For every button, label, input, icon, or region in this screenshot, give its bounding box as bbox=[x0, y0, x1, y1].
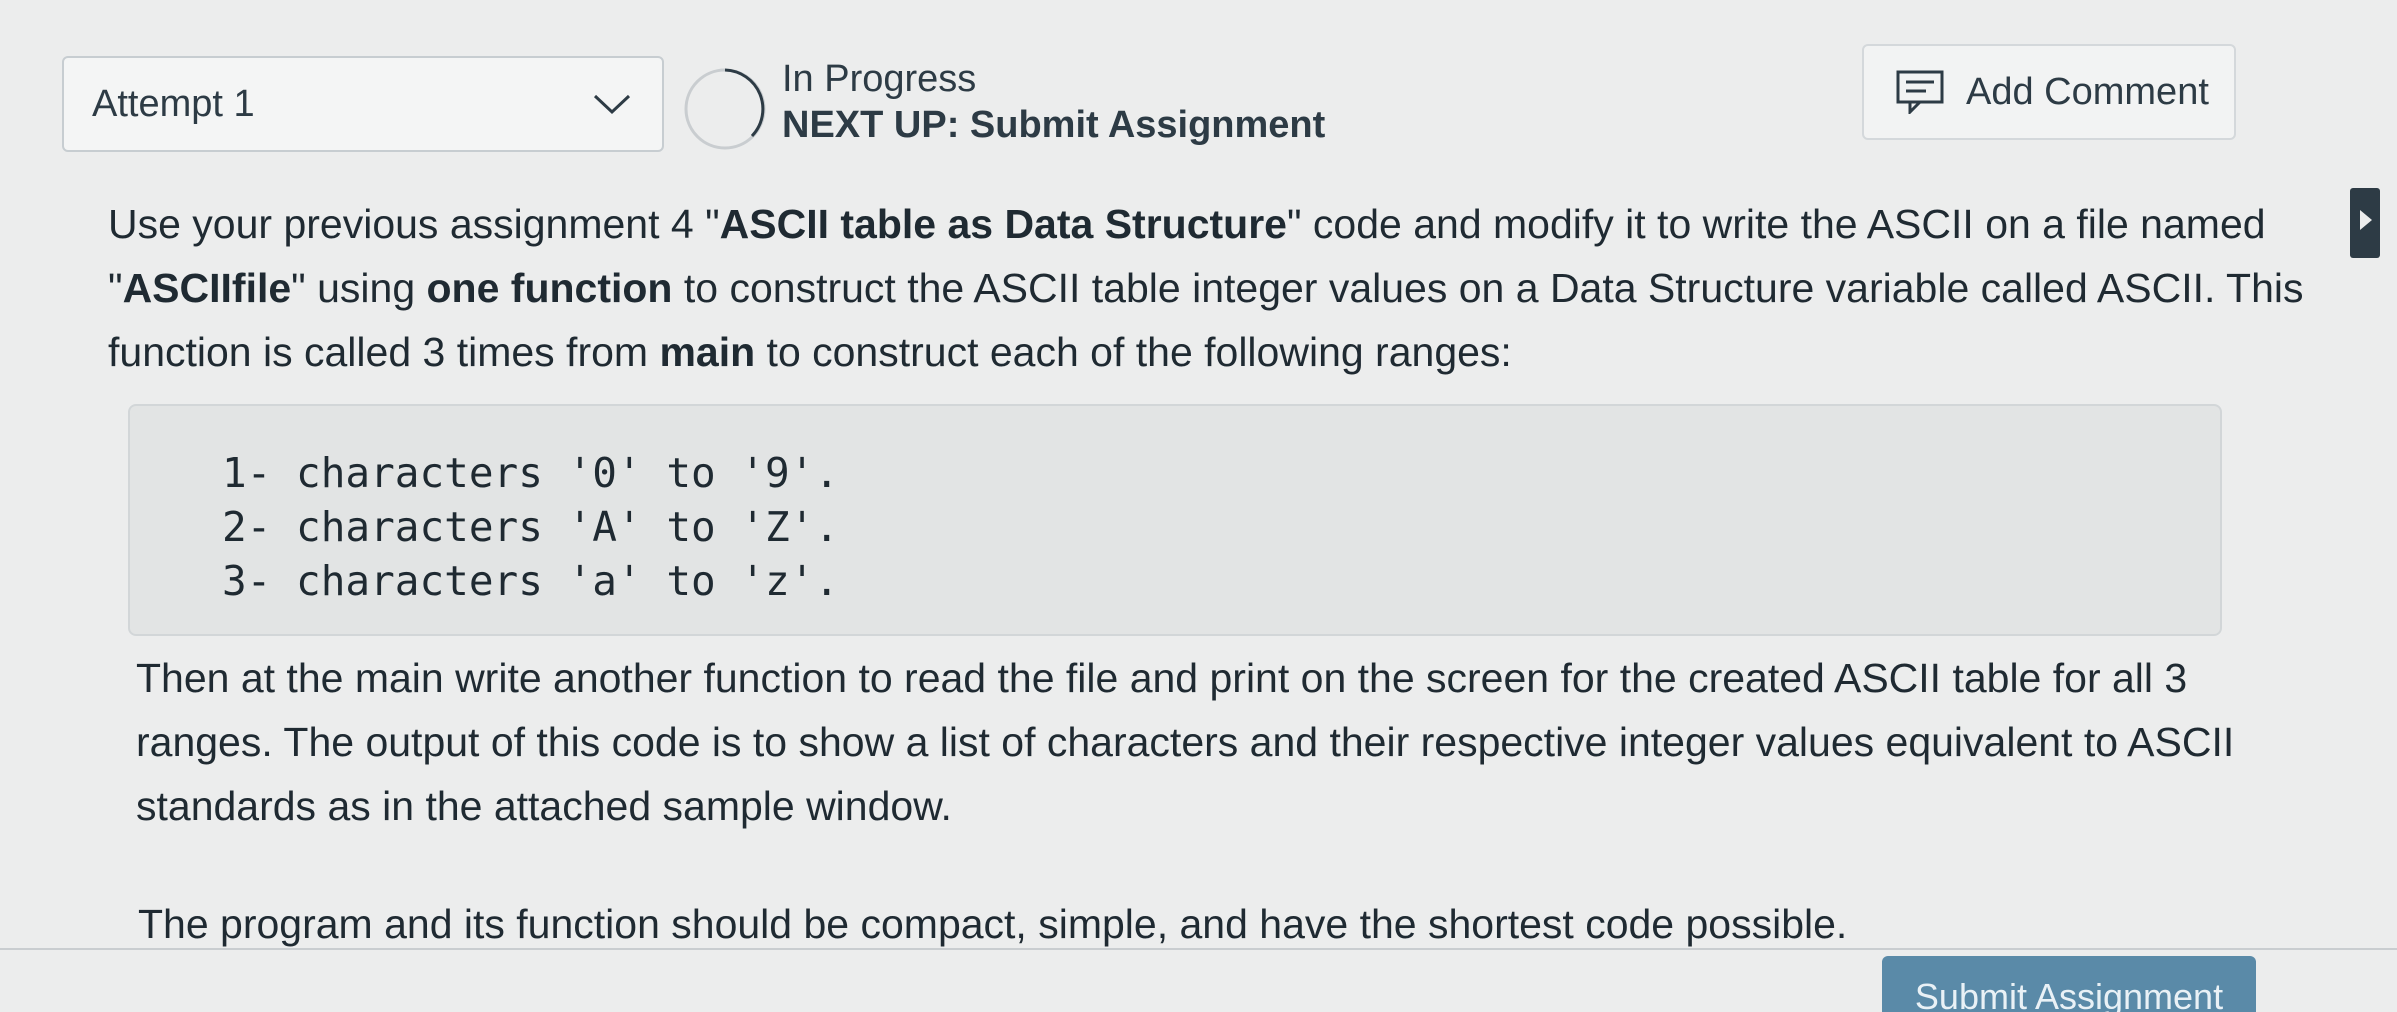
instructions-paragraph-1: Use your previous assignment 4 "ASCII ta… bbox=[108, 201, 2304, 375]
progress-ring-icon bbox=[684, 68, 766, 150]
status-label: In Progress bbox=[782, 58, 977, 100]
add-comment-button[interactable]: Add Comment bbox=[1862, 44, 2236, 140]
add-comment-label: Add Comment bbox=[1966, 70, 2209, 113]
submission-status: In Progress NEXT UP: Submit Assignment bbox=[782, 56, 1325, 148]
submit-assignment-button[interactable]: Submit Assignment bbox=[1882, 956, 2256, 1012]
next-up-label: NEXT UP: Submit Assignment bbox=[782, 104, 1326, 146]
attempt-dropdown[interactable]: Attempt 1 bbox=[62, 56, 664, 152]
code-line: 2- characters 'A' to 'Z'. bbox=[222, 503, 840, 551]
instructions-paragraph-2: Then at the main write another function … bbox=[136, 655, 2235, 829]
comment-icon bbox=[1896, 70, 1944, 114]
chevron-down-icon bbox=[593, 94, 631, 115]
code-line: 1- characters '0' to '9'. bbox=[222, 449, 840, 497]
ranges-code-block: 1- characters '0' to '9'. 2- characters … bbox=[128, 404, 2222, 636]
code-line: 3- characters 'a' to 'z'. bbox=[222, 557, 840, 605]
footer-divider bbox=[0, 948, 2397, 950]
sidebar-toggle-handle[interactable] bbox=[2350, 188, 2380, 258]
assignment-page: Attempt 1 In Progress NEXT UP: Submit As… bbox=[0, 0, 2397, 1012]
instructions-paragraph-3: The program and its function should be c… bbox=[138, 901, 1848, 947]
attempt-dropdown-value: Attempt 1 bbox=[92, 82, 255, 125]
